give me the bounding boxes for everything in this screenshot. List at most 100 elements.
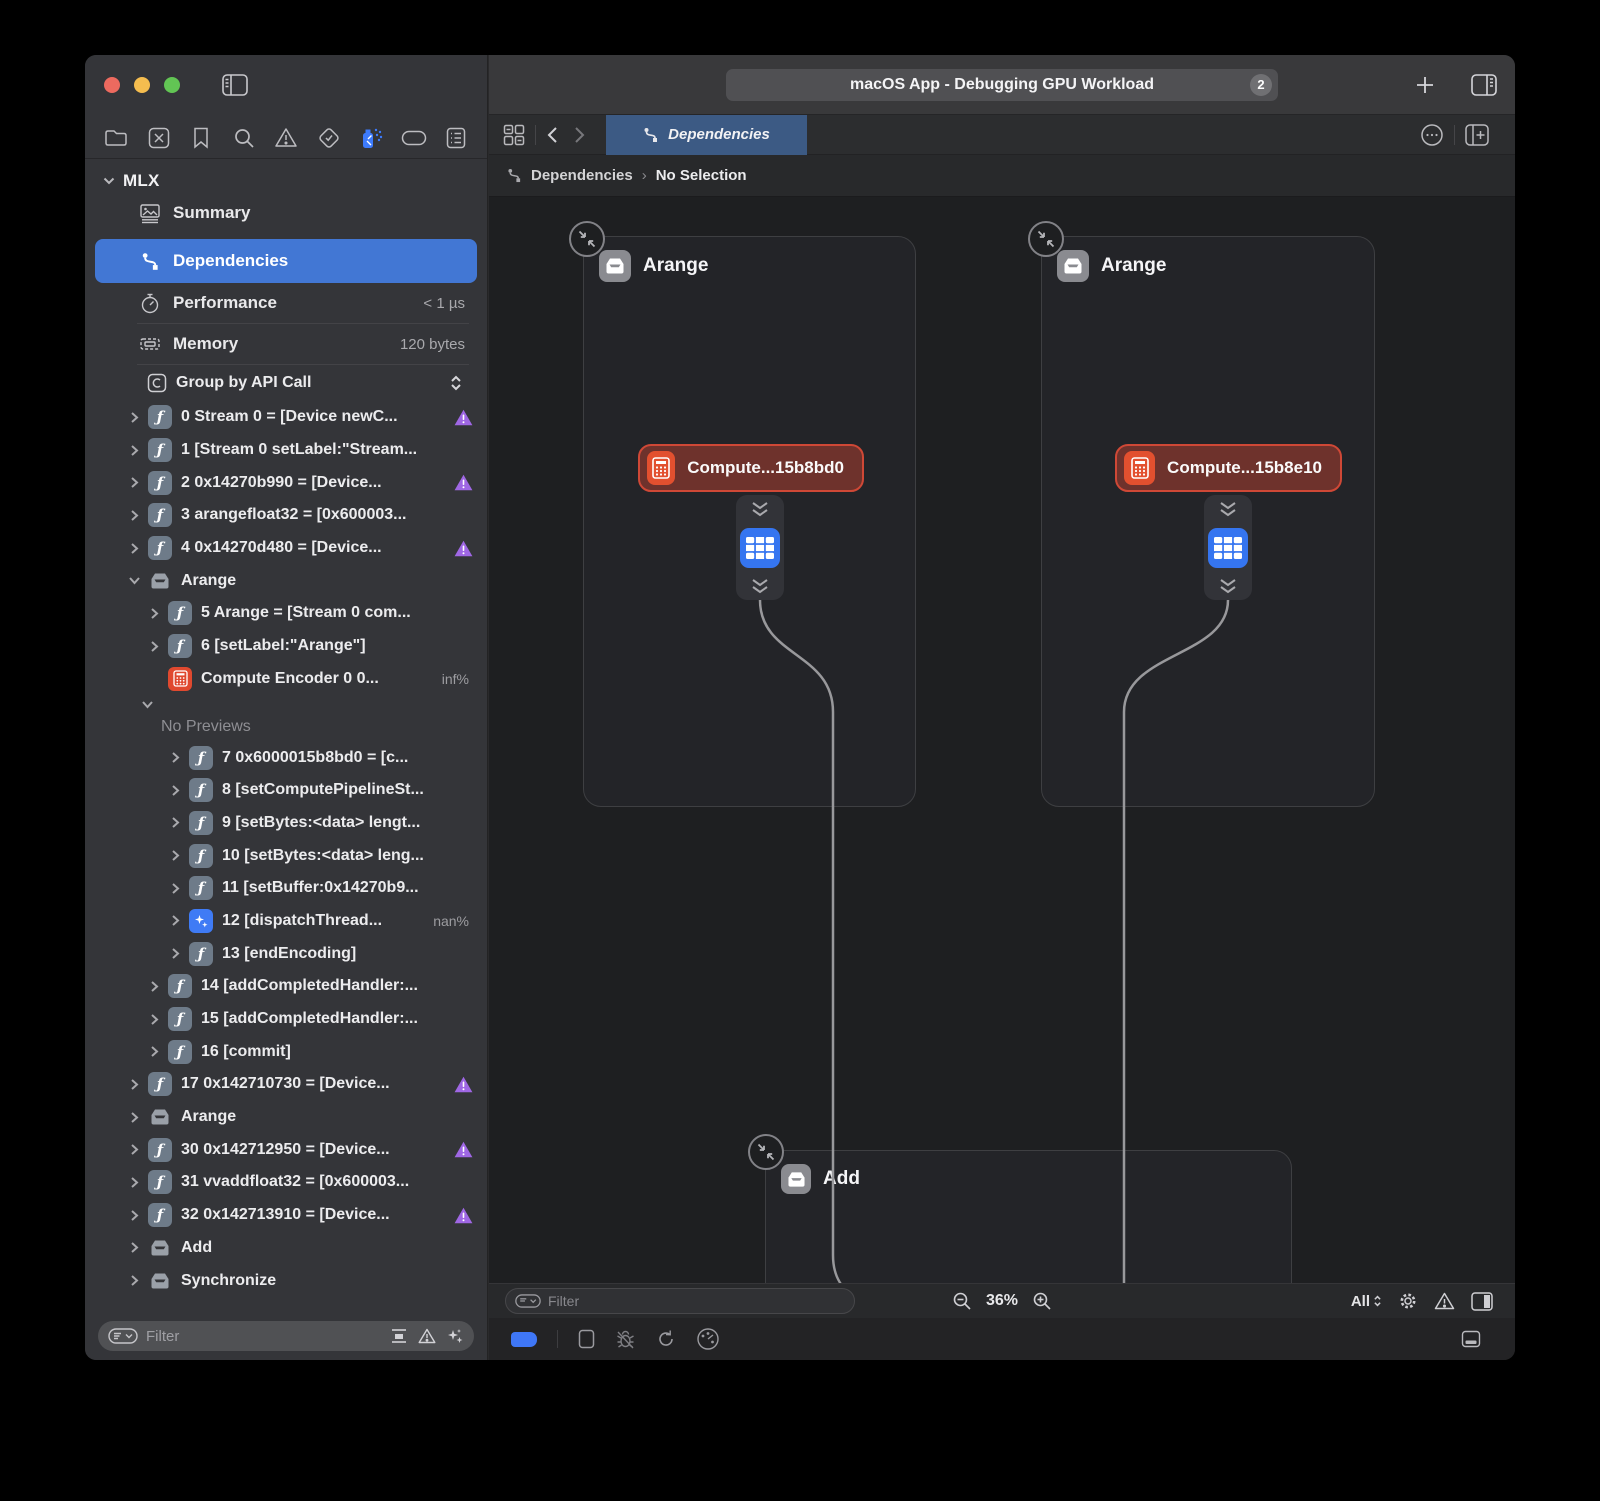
back-chevron-icon[interactable] xyxy=(546,126,558,144)
tree-row[interactable]: ƒ7 0x6000015b8bd0 = [c... xyxy=(85,741,487,774)
add-editor-icon[interactable] xyxy=(1465,124,1489,146)
editor-layout-icon[interactable] xyxy=(1471,74,1497,96)
tree-row[interactable]: ƒ8 [setComputePipelineSt... xyxy=(85,774,487,807)
tree-row[interactable]: ƒ31 vvaddfloat32 = [0x600003... xyxy=(85,1166,487,1199)
resource-pill-2[interactable] xyxy=(1204,495,1252,600)
compute-encoder-node-2[interactable]: Compute...15b8e10 xyxy=(1115,444,1342,492)
buffer-grid-icon[interactable] xyxy=(1208,528,1248,568)
chevron-right-icon[interactable] xyxy=(130,1274,139,1287)
tree-row[interactable]: ƒ13 [endEncoding] xyxy=(85,937,487,970)
chevron-right-icon[interactable] xyxy=(130,476,139,489)
chevron-right-icon[interactable] xyxy=(130,1209,139,1222)
sidebar-item-memory[interactable]: Memory120 bytes xyxy=(85,324,487,364)
sidebar-item-performance[interactable]: Performance< 1 µs xyxy=(85,283,487,323)
tree-row[interactable]: Arange xyxy=(85,1101,487,1134)
sparkles-icon[interactable] xyxy=(446,1327,464,1345)
debug-bug-icon[interactable] xyxy=(615,1329,636,1349)
chevron-right-icon[interactable] xyxy=(150,1045,159,1058)
chevron-right-icon[interactable] xyxy=(150,980,159,993)
tree-row[interactable]: ƒ3 arangefloat32 = [0x600003... xyxy=(85,499,487,532)
tree-row[interactable]: ƒ10 [setBytes:<data> leng... xyxy=(85,839,487,872)
tab-dependencies[interactable]: Dependencies xyxy=(606,115,807,155)
xmark-square-icon[interactable] xyxy=(142,123,176,153)
collapse-group-icon[interactable] xyxy=(1028,221,1064,257)
warning-filter-icon[interactable] xyxy=(418,1328,436,1344)
chevron-down-icon[interactable] xyxy=(128,576,141,585)
group-by-api-call[interactable]: Group by API Call xyxy=(85,365,487,401)
canvas-filter-field[interactable]: Filter xyxy=(505,1288,855,1314)
tree-row[interactable]: ƒ32 0x142713910 = [Device... xyxy=(85,1199,487,1232)
compute-encoder-node-1[interactable]: Compute...15b8bd0 xyxy=(638,444,864,492)
breadcrumb-first[interactable]: Dependencies xyxy=(531,167,633,184)
tree-row[interactable]: ƒ30 0x142712950 = [Device... xyxy=(85,1133,487,1166)
sidebar-item-dependencies[interactable]: Dependencies xyxy=(95,239,477,283)
report-list-icon[interactable] xyxy=(439,123,473,153)
chevron-right-icon[interactable] xyxy=(130,542,139,555)
folder-icon[interactable] xyxy=(99,123,133,153)
previews-expander[interactable] xyxy=(85,695,487,713)
bookmark-icon[interactable] xyxy=(184,123,218,153)
process-header[interactable]: MLX xyxy=(85,169,487,193)
chevron-right-icon[interactable] xyxy=(130,1241,139,1254)
tree-row[interactable]: ƒ1 [Stream 0 setLabel:"Stream... xyxy=(85,434,487,467)
tree-row[interactable]: ƒ15 [addCompletedHandler:... xyxy=(85,1003,487,1036)
add-tab-icon[interactable] xyxy=(1415,75,1435,95)
chevron-down-icon[interactable] xyxy=(141,700,154,709)
tree-row[interactable]: ƒ6 [setLabel:"Arange"] xyxy=(85,630,487,663)
chevron-right-icon[interactable] xyxy=(150,607,159,620)
tree-row[interactable]: ƒ14 [addCompletedHandler:... xyxy=(85,970,487,1003)
chevron-right-icon[interactable] xyxy=(130,1143,139,1156)
session-tab[interactable]: macOS App - Debugging GPU Workload 2 xyxy=(726,69,1278,101)
chevron-right-icon[interactable] xyxy=(171,849,180,862)
dependency-graph-canvas[interactable]: Arange Arange xyxy=(489,197,1515,1283)
chevron-right-icon[interactable] xyxy=(130,411,139,424)
chevron-right-icon[interactable] xyxy=(130,1111,139,1124)
buffer-grid-icon[interactable] xyxy=(740,528,780,568)
zoom-out-icon[interactable] xyxy=(952,1291,972,1311)
frame-outline-icon[interactable] xyxy=(578,1329,595,1349)
zoom-button[interactable] xyxy=(164,77,180,93)
collapse-group-icon[interactable] xyxy=(569,221,605,257)
tree-row[interactable]: 12 [dispatchThread...nan% xyxy=(85,905,487,938)
tree-row[interactable]: ƒ11 [setBuffer:0x14270b9... xyxy=(85,872,487,905)
minimize-button[interactable] xyxy=(134,77,150,93)
chevron-right-icon[interactable] xyxy=(171,914,180,927)
filter-oval-icon[interactable] xyxy=(108,1328,138,1344)
resource-pill-1[interactable] xyxy=(736,495,784,600)
refresh-icon[interactable] xyxy=(656,1329,676,1349)
chevron-right-icon[interactable] xyxy=(171,882,180,895)
selected-region-capsule[interactable] xyxy=(511,1332,537,1347)
display-icon[interactable] xyxy=(1461,1330,1481,1348)
tree-row[interactable]: ƒ4 0x14270d480 = [Device... xyxy=(85,532,487,565)
tree-row[interactable]: Synchronize xyxy=(85,1264,487,1297)
collapse-group-icon[interactable] xyxy=(748,1134,784,1170)
group-add[interactable]: Add xyxy=(765,1150,1292,1283)
tree-row[interactable]: Compute Encoder 0 0...inf% xyxy=(85,663,487,696)
sidebar-toggle-icon[interactable] xyxy=(222,74,248,96)
zoom-in-icon[interactable] xyxy=(1032,1291,1052,1311)
close-button[interactable] xyxy=(104,77,120,93)
warning-filter-icon[interactable] xyxy=(1434,1292,1455,1310)
tree-row[interactable]: ƒ9 [setBytes:<data> lengt... xyxy=(85,807,487,840)
breadcrumb[interactable]: Dependencies › No Selection xyxy=(489,155,1515,197)
spray-bottle-icon[interactable] xyxy=(354,123,388,153)
test-diamond-icon[interactable] xyxy=(312,123,346,153)
forward-chevron-icon[interactable] xyxy=(574,126,586,144)
chevron-right-icon[interactable] xyxy=(150,1013,159,1026)
chevron-right-icon[interactable] xyxy=(171,947,180,960)
tree-row[interactable]: ƒ2 0x14270b990 = [Device... xyxy=(85,466,487,499)
scope-dropdown[interactable]: All xyxy=(1351,1293,1382,1310)
inspector-panel-icon[interactable] xyxy=(1471,1292,1493,1311)
filter-oval-icon[interactable] xyxy=(515,1294,541,1308)
performance-gauge-icon[interactable] xyxy=(696,1327,720,1351)
search-icon[interactable] xyxy=(227,123,261,153)
chevron-right-icon[interactable] xyxy=(130,509,139,522)
more-circle-icon[interactable] xyxy=(1420,123,1444,147)
gear-icon[interactable] xyxy=(1398,1291,1418,1311)
tab-overview-icon[interactable] xyxy=(503,124,525,146)
tree-row[interactable]: Add xyxy=(85,1232,487,1265)
chevron-right-icon[interactable] xyxy=(130,444,139,457)
chevron-right-icon[interactable] xyxy=(150,640,159,653)
chevron-right-icon[interactable] xyxy=(171,784,180,797)
capsule-tag-icon[interactable] xyxy=(397,123,431,153)
